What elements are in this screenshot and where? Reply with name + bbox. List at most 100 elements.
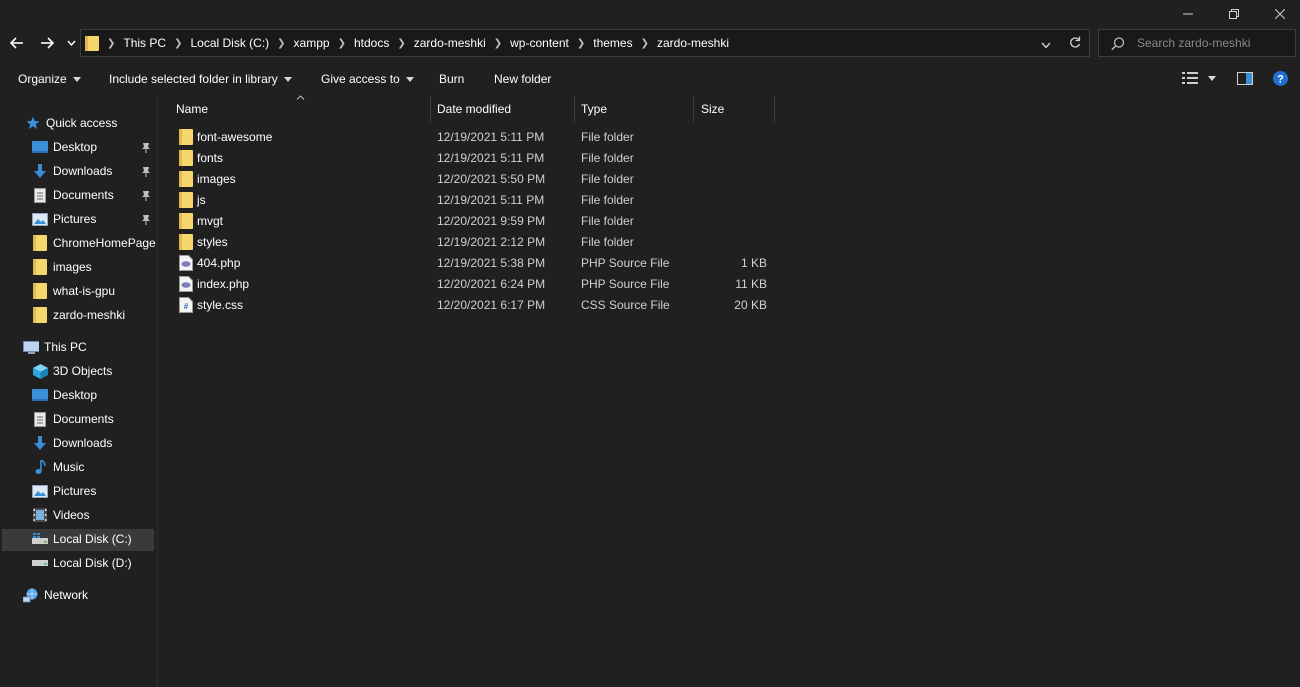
file-row[interactable]: images 12/20/2021 5:50 PM File folder [170,169,775,190]
nav-quick-zardo-meshki[interactable]: zardo-meshki [32,304,125,326]
nav-pc-pictures[interactable]: Pictures [32,480,96,502]
folder-icon [179,213,193,229]
file-row[interactable]: fonts 12/19/2021 5:11 PM File folder [170,148,775,169]
breadcrumb-item-local-disk[interactable]: Local Disk (C:) [186,36,273,50]
preview-pane-button[interactable] [1237,72,1253,85]
nav-quick-pictures[interactable]: Pictures [32,208,96,230]
breadcrumb-separator-icon[interactable]: ❯ [637,38,653,49]
file-row[interactable]: mvgt 12/20/2021 9:59 PM File folder [170,211,775,232]
nav-pc-local-disk-c[interactable]: Local Disk (C:) [32,528,132,550]
nav-pc-music-label: Music [53,460,85,474]
breadcrumb-item-zardo-meshki[interactable]: zardo-meshki [410,36,490,50]
organize-button[interactable]: Organize [18,72,81,86]
nav-quick-images[interactable]: images [32,256,92,278]
column-header-name[interactable]: Name [176,96,426,122]
nav-pc-3d-objects[interactable]: 3D Objects [32,360,112,382]
file-type: File folder [581,193,634,207]
nav-quick-chromehomepage[interactable]: ChromeHomePage [32,232,156,254]
folder-icon [179,129,193,145]
nav-pc-videos[interactable]: Videos [32,504,89,526]
nav-this-pc[interactable]: This PC [23,336,87,358]
breadcrumb-item-htdocs[interactable]: htdocs [350,36,393,50]
breadcrumb-separator-icon[interactable]: ❯ [170,38,186,49]
column-divider[interactable] [430,96,431,122]
nav-pc-local-disk-d[interactable]: Local Disk (D:) [32,552,132,574]
breadcrumb-separator-icon[interactable]: ❯ [273,38,289,49]
file-type: File folder [581,172,634,186]
search-box[interactable]: Search zardo-meshki [1098,29,1296,57]
nav-pc-downloads-label: Downloads [53,436,113,450]
file-name: index.php [197,277,250,291]
breadcrumb-separator-icon[interactable]: ❯ [573,38,589,49]
breadcrumb-item-current[interactable]: zardo-meshki [653,36,733,50]
nav-quick-what-is-gpu[interactable]: what-is-gpu [32,280,115,302]
nav-pc-pictures-label: Pictures [53,484,97,498]
minimize-button[interactable] [1165,0,1211,28]
nav-pc-desktop-label: Desktop [53,388,98,402]
nav-quick-desktop[interactable]: Desktop [32,136,97,158]
give-access-button[interactable]: Give access to [321,72,414,86]
navigation-pane: Quick access Desktop Downloads Documents… [0,96,158,687]
restore-button[interactable] [1211,0,1257,28]
svg-text:#: # [184,302,189,311]
recent-locations-button[interactable] [64,28,78,58]
help-button[interactable]: ? [1273,71,1288,86]
forward-button[interactable] [36,28,58,58]
breadcrumb-separator-icon[interactable]: ❯ [334,38,350,49]
drive-windows-icon [32,533,48,544]
nav-network[interactable]: Network [23,584,88,606]
address-history-button[interactable] [1041,38,1051,52]
include-library-label: Include selected folder in library [109,72,278,86]
column-header-type[interactable]: Type [581,96,691,122]
file-row[interactable]: # style.css 12/20/2021 6:17 PM CSS Sourc… [170,295,775,316]
file-date: 12/19/2021 5:38 PM [437,256,546,270]
download-icon [34,163,46,178]
burn-button[interactable]: Burn [439,72,464,86]
folder-icon [33,307,47,323]
nav-pc-music[interactable]: Music [32,456,84,478]
nav-pc-local-disk-c-label: Local Disk (C:) [53,532,132,546]
caret-down-icon [72,76,81,82]
nav-quick-downloads[interactable]: Downloads [32,160,112,182]
file-row[interactable]: styles 12/19/2021 2:12 PM File folder [170,232,775,253]
file-date: 12/20/2021 9:59 PM [437,214,546,228]
breadcrumb-item-xampp[interactable]: xampp [290,36,334,50]
breadcrumb-separator-icon[interactable]: ❯ [490,38,506,49]
breadcrumb-separator-icon[interactable]: ❯ [393,38,409,49]
column-divider[interactable] [774,96,775,122]
nav-pc-documents[interactable]: Documents [32,408,114,430]
change-view-button[interactable] [1182,72,1216,84]
new-folder-button[interactable]: New folder [494,72,551,86]
music-icon [35,459,46,474]
nav-quick-access[interactable]: Quick access [25,112,117,134]
close-button[interactable] [1257,0,1300,28]
folder-icon [33,259,47,275]
address-bar[interactable]: ❯ This PC ❯ Local Disk (C:) ❯ xampp ❯ ht… [80,29,1090,57]
back-button[interactable] [6,28,28,58]
nav-pc-downloads[interactable]: Downloads [32,432,112,454]
include-in-library-button[interactable]: Include selected folder in library [109,72,292,86]
breadcrumb-item-this-pc[interactable]: This PC [119,36,170,50]
folder-icon [33,283,47,299]
file-row[interactable]: js 12/19/2021 5:11 PM File folder [170,190,775,211]
column-header-date[interactable]: Date modified [437,96,572,122]
network-icon [23,588,38,602]
breadcrumb-item-wp-content[interactable]: wp-content [506,36,573,50]
file-row[interactable]: index.php 12/20/2021 6:24 PM PHP Source … [170,274,775,295]
column-divider[interactable] [693,96,694,122]
nav-pc-local-disk-d-label: Local Disk (D:) [53,556,132,570]
column-divider[interactable] [574,96,575,122]
nav-pc-desktop[interactable]: Desktop [32,384,97,406]
nav-quick-zardo-meshki-label: zardo-meshki [53,308,126,322]
refresh-button[interactable] [1069,36,1081,52]
file-row[interactable]: 404.php 12/19/2021 5:38 PM PHP Source Fi… [170,253,775,274]
pin-icon [142,191,150,201]
column-header-size[interactable]: Size [701,96,771,122]
file-size: 1 KB [740,256,767,270]
details-view-icon [1182,72,1198,84]
nav-pc-documents-label: Documents [53,412,114,426]
file-row[interactable]: font-awesome 12/19/2021 5:11 PM File fol… [170,127,775,148]
breadcrumb-item-themes[interactable]: themes [589,36,636,50]
search-input[interactable]: Search zardo-meshki [1137,36,1250,50]
nav-quick-documents[interactable]: Documents [32,184,114,206]
